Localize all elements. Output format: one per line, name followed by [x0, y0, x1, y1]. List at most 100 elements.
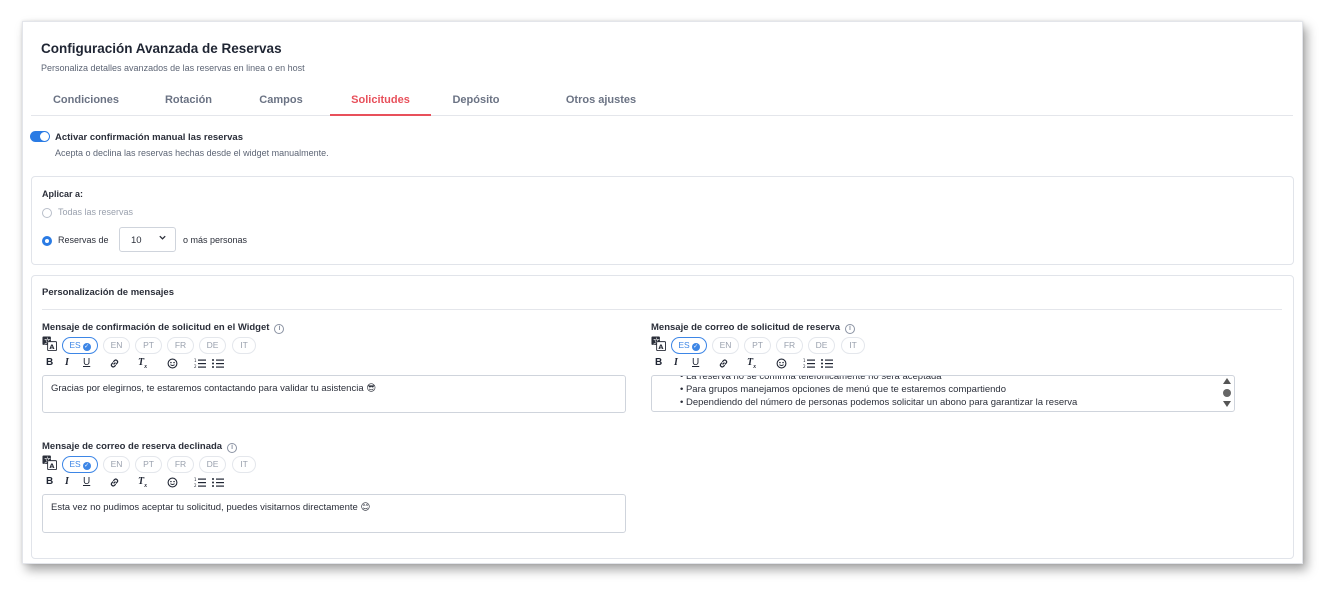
scroll-down-icon[interactable] [1223, 401, 1231, 407]
lang-fr[interactable]: FR [776, 337, 803, 354]
min-people-select[interactable]: 10 [119, 227, 176, 252]
radio-all-label: Todas las reservas [58, 207, 134, 217]
tab-condiciones[interactable]: Condiciones [41, 88, 131, 116]
svg-text:1: 1 [194, 358, 197, 363]
check-icon: ✓ [82, 343, 91, 351]
info-icon[interactable]: i [274, 324, 285, 334]
declined-email-textbox[interactable]: Esta vez no pudimos aceptar tu solicitud… [42, 494, 626, 533]
lang-pt[interactable]: PT [135, 456, 162, 473]
tabs-bar: Condiciones Rotación Campos Solicitudes … [31, 88, 1293, 116]
radio-min-people[interactable] [42, 236, 52, 246]
ordered-list-icon[interactable]: 12 [194, 477, 206, 488]
clear-format-icon[interactable]: Tx [138, 476, 147, 492]
tab-solicitudes[interactable]: Solicitudes [330, 88, 431, 116]
ordered-list-icon[interactable]: 12 [194, 358, 206, 369]
radio-min-suffix: o más personas [183, 235, 248, 245]
widget-confirmation-label: Mensaje de confirmación de solicitud en … [42, 322, 285, 334]
page-title: Configuración Avanzada de Reservas [41, 41, 282, 56]
request-email-editor: Mensaje de correo de solicitud de reserv… [651, 322, 1235, 418]
underline-icon[interactable]: U [692, 357, 699, 369]
lang-es-label: ES [678, 340, 690, 350]
apply-to-panel: Aplicar a: Todas las reservas Reservas d… [31, 176, 1294, 265]
emoji-icon[interactable] [776, 358, 787, 369]
tab-otros-ajustes[interactable]: Otros ajustes [551, 88, 651, 116]
lang-es-label: ES [69, 459, 81, 469]
italic-icon[interactable]: I [674, 357, 678, 369]
widget-confirmation-text: Gracias por elegirnos, te estaremos cont… [51, 383, 377, 394]
lang-de[interactable]: DE [199, 337, 226, 354]
check-icon: ✓ [82, 462, 91, 470]
underline-icon[interactable]: U [83, 357, 90, 369]
list-item: La reserva no se confirma telefónicament… [680, 376, 1077, 383]
min-people-value: 10 [131, 235, 142, 246]
lang-de[interactable]: DE [199, 456, 226, 473]
info-icon[interactable]: i [845, 324, 856, 334]
bold-icon[interactable]: B [46, 357, 53, 369]
chevron-down-icon [158, 233, 167, 244]
translate-icon[interactable]: 文A [42, 336, 57, 351]
list-item: Dependiendo del número de personas podem… [680, 396, 1077, 409]
lang-it[interactable]: IT [232, 337, 256, 354]
clear-format-icon[interactable]: Tx [747, 357, 756, 373]
underline-icon[interactable]: U [83, 476, 90, 488]
tab-campos[interactable]: Campos [246, 88, 316, 116]
request-email-bullets: La reserva no se confirma telefónicament… [680, 376, 1077, 409]
clear-format-icon[interactable]: Tx [138, 357, 147, 373]
lang-es[interactable]: ES ✓ [62, 456, 98, 473]
lang-en[interactable]: EN [712, 337, 739, 354]
lang-de[interactable]: DE [808, 337, 835, 354]
link-icon[interactable] [109, 358, 120, 369]
list-item: Para grupos manejamos opciones de menú q… [680, 383, 1077, 396]
tab-deposito[interactable]: Depósito [441, 88, 511, 116]
radio-all-reservations[interactable] [42, 208, 52, 218]
bold-icon[interactable]: B [655, 357, 662, 369]
emoji-icon[interactable] [167, 477, 178, 488]
check-icon: ✓ [691, 343, 700, 351]
lang-en[interactable]: EN [103, 456, 130, 473]
lang-pt[interactable]: PT [744, 337, 771, 354]
textbox-scrollbar[interactable] [1222, 378, 1232, 409]
lang-en[interactable]: EN [103, 337, 130, 354]
apply-to-title: Aplicar a: [42, 189, 84, 199]
request-email-textbox[interactable]: La reserva no se confirma telefónicament… [651, 375, 1235, 412]
bold-icon[interactable]: B [46, 476, 53, 488]
emoji-icon[interactable] [167, 358, 178, 369]
translate-icon[interactable]: 文A [42, 455, 57, 470]
lang-it[interactable]: IT [232, 456, 256, 473]
declined-email-label-text: Mensaje de correo de reserva declinada [42, 441, 223, 452]
bullet-list-icon[interactable] [821, 358, 833, 369]
bullet-list-icon[interactable] [212, 477, 224, 488]
italic-icon[interactable]: I [65, 357, 69, 369]
scroll-up-icon[interactable] [1223, 378, 1231, 384]
radio-min-prefix: Reservas de [58, 235, 109, 245]
svg-text:1: 1 [803, 358, 806, 363]
bullet-list-icon[interactable] [212, 358, 224, 369]
widget-confirmation-textbox[interactable]: Gracias por elegirnos, te estaremos cont… [42, 375, 626, 413]
ordered-list-icon[interactable]: 12 [803, 358, 815, 369]
lang-it[interactable]: IT [841, 337, 865, 354]
declined-email-text: Esta vez no pudimos aceptar tu solicitud… [51, 502, 371, 513]
page-subtitle: Personaliza detalles avanzados de las re… [41, 63, 305, 73]
link-icon[interactable] [718, 358, 729, 369]
svg-text:2: 2 [803, 364, 806, 369]
svg-text:2: 2 [194, 483, 197, 488]
italic-icon[interactable]: I [65, 476, 69, 488]
lang-pt[interactable]: PT [135, 337, 162, 354]
info-icon[interactable]: i [227, 443, 238, 453]
lang-es[interactable]: ES ✓ [62, 337, 98, 354]
messages-title: Personalización de mensajes [42, 287, 175, 298]
lang-fr[interactable]: FR [167, 456, 194, 473]
scroll-thumb[interactable] [1223, 389, 1231, 397]
manual-confirmation-description: Acepta o declina las reservas hechas des… [55, 148, 329, 158]
widget-confirmation-editor: Mensaje de confirmación de solicitud en … [42, 322, 626, 418]
link-icon[interactable] [109, 477, 120, 488]
widget-confirmation-label-text: Mensaje de confirmación de solicitud en … [42, 322, 270, 333]
tab-rotacion[interactable]: Rotación [151, 88, 226, 116]
svg-text:1: 1 [194, 477, 197, 482]
divider [42, 309, 1282, 310]
manual-confirmation-label: Activar confirmación manual las reservas [55, 132, 243, 143]
lang-es[interactable]: ES ✓ [671, 337, 707, 354]
manual-confirmation-toggle[interactable] [30, 131, 50, 142]
translate-icon[interactable]: 文A [651, 336, 666, 351]
lang-fr[interactable]: FR [167, 337, 194, 354]
